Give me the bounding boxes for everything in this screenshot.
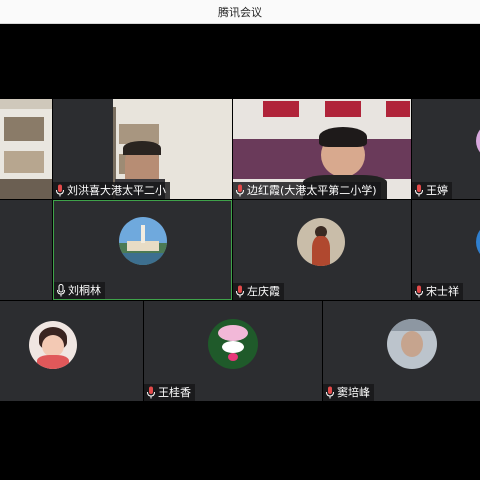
participant-name-tag: 左庆霞 xyxy=(233,283,284,300)
participant-name: 刘洪喜大港太平二小 xyxy=(67,184,166,197)
participant-name: 边红霞(大港太平第二小学) xyxy=(247,184,377,197)
avatar xyxy=(29,321,77,369)
participant-name: 刘桐林 xyxy=(68,284,101,297)
microphone-icon xyxy=(326,386,334,399)
video-tile-dou-peifeng[interactable]: 窦培峰 xyxy=(323,301,480,401)
microphone-icon xyxy=(415,184,423,197)
video-tile-zuo-qingxia[interactable]: 左庆霞 xyxy=(233,200,411,300)
participant-name: 王婷 xyxy=(426,184,448,197)
video-tile-song-shixiang[interactable]: 宋士祥 xyxy=(412,200,480,300)
avatar xyxy=(297,218,345,266)
window-title: 腾讯会议 xyxy=(218,5,262,19)
participant-name-tag: 王桂香 xyxy=(144,384,195,401)
participant-name-tag: 窦培峰 xyxy=(323,384,374,401)
microphone-icon xyxy=(236,184,244,197)
microphone-icon xyxy=(56,184,64,197)
participant-name-tag: 边红霞(大港太平第二小学) xyxy=(233,182,381,199)
window-titlebar: 腾讯会议 xyxy=(0,0,480,24)
video-tile-liu-hongxi[interactable]: 刘洪喜大港太平二小 xyxy=(53,99,232,199)
microphone-icon xyxy=(415,285,423,298)
participant-name-tag: 王婷 xyxy=(412,182,452,199)
participant-name-tag: 刘洪喜大港太平二小 xyxy=(53,182,170,199)
video-tile-wang-ting[interactable]: 王婷 xyxy=(412,99,480,199)
video-tile-wang-guixiang[interactable]: 王桂香 xyxy=(144,301,322,401)
participant-name: 左庆霞 xyxy=(247,285,280,298)
video-tile-bian-hongxia[interactable]: 边红霞(大港太平第二小学) xyxy=(233,99,411,199)
microphone-icon xyxy=(147,386,155,399)
avatar xyxy=(476,222,480,262)
avatar xyxy=(208,319,258,369)
video-tile-left-edge[interactable] xyxy=(0,99,52,199)
avatar xyxy=(119,217,167,265)
video-tile-liu-tonglin[interactable]: 刘桐林 xyxy=(53,200,232,300)
participant-name-tag: 刘桐林 xyxy=(54,282,105,299)
avatar xyxy=(387,319,437,369)
video-grid: 刘洪喜大港太平二小 边红霞(大港太平第二小学) 王婷 刘桐林 左庆霞 宋士祥 王… xyxy=(0,24,480,480)
video-tile-child[interactable] xyxy=(0,301,143,401)
video-tile-left-edge-2[interactable] xyxy=(0,200,52,300)
participant-name: 窦培峰 xyxy=(337,386,370,399)
microphone-icon xyxy=(57,284,65,297)
participant-name-tag: 宋士祥 xyxy=(412,283,463,300)
participant-name: 王桂香 xyxy=(158,386,191,399)
microphone-icon xyxy=(236,285,244,298)
avatar xyxy=(476,123,480,159)
participant-name: 宋士祥 xyxy=(426,285,459,298)
